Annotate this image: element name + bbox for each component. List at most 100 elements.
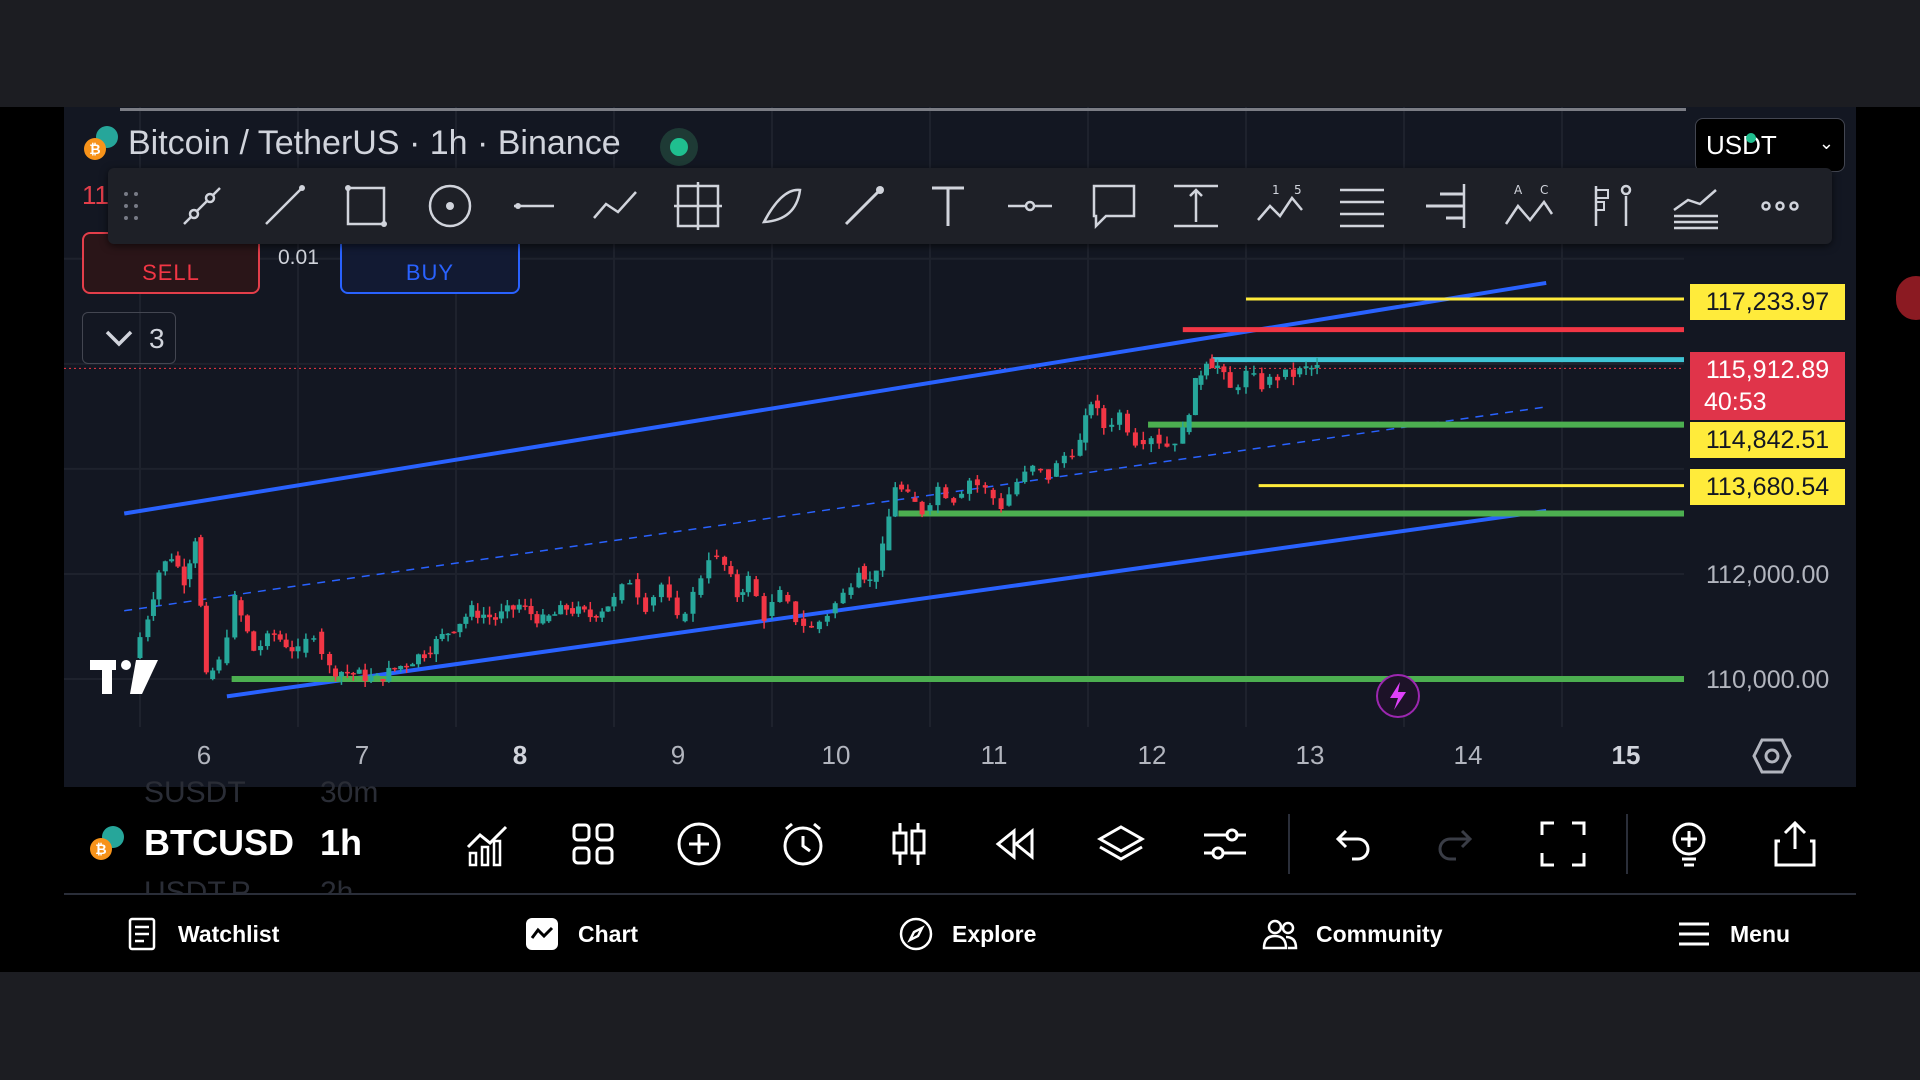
more-options-icon[interactable] <box>1750 178 1810 234</box>
candle-down <box>238 600 244 616</box>
candle-up <box>575 606 581 614</box>
candle-up <box>224 637 230 664</box>
alarm-clock-icon[interactable] <box>774 815 832 873</box>
time-tick: 11 <box>980 740 1008 770</box>
nav-label: Watchlist <box>178 920 280 947</box>
volume-profile-tool-icon[interactable] <box>1416 178 1476 234</box>
candle-up <box>619 584 625 601</box>
path-tool-icon[interactable] <box>586 178 646 234</box>
candle-down <box>1125 413 1130 433</box>
candle-down <box>666 584 672 598</box>
candle-up <box>498 611 504 619</box>
line-tool-icon[interactable] <box>254 178 314 234</box>
candle-up <box>1022 471 1028 483</box>
price-label-113680[interactable]: 113,680.54 <box>1690 469 1845 505</box>
symbol-selector[interactable]: BTCUSD <box>144 822 294 864</box>
candle-up <box>848 587 854 595</box>
text-tool-icon[interactable] <box>918 178 978 234</box>
candle-down <box>333 668 339 677</box>
elliott-wave-tool-icon[interactable]: 15 <box>1250 178 1310 234</box>
market-status-icon[interactable] <box>660 128 698 166</box>
currency-select[interactable]: USDT ⌄ <box>1695 118 1845 172</box>
top-letterbox <box>0 0 1920 107</box>
candle-down <box>319 631 325 654</box>
nav-chart[interactable]: Chart <box>524 912 638 956</box>
drag-handle-icon[interactable] <box>122 190 142 222</box>
candle-down <box>998 498 1004 509</box>
circle-tool-icon[interactable] <box>420 178 480 234</box>
crosshair-box-tool-icon[interactable] <box>668 178 728 234</box>
order-quantity[interactable]: 0.01 <box>278 246 319 270</box>
price-label-114842[interactable]: 114,842.51 <box>1690 422 1845 458</box>
candle-up <box>967 480 972 494</box>
svg-text:5: 5 <box>1294 183 1302 197</box>
horizontal-ray-tool-icon[interactable] <box>504 178 564 234</box>
fullscreen-icon[interactable] <box>1534 815 1592 873</box>
layers-icon[interactable] <box>1092 815 1150 873</box>
svg-text:A: A <box>1514 183 1523 197</box>
candle-down <box>487 614 493 618</box>
nav-community[interactable]: Community <box>1262 912 1443 956</box>
trend-line-tool-icon[interactable] <box>172 178 232 234</box>
candle-down <box>943 487 949 499</box>
candle-up <box>682 613 688 622</box>
nav-watchlist[interactable]: Watchlist <box>124 912 279 956</box>
position-tool-icon[interactable] <box>1582 178 1642 234</box>
candle-up <box>867 579 873 581</box>
callout-tool-icon[interactable] <box>1084 178 1144 234</box>
candle-up <box>777 589 783 602</box>
candle-down <box>421 654 427 659</box>
candle-down <box>362 669 368 682</box>
candle-down <box>1038 468 1044 471</box>
candle-down <box>990 489 996 499</box>
add-icon[interactable] <box>670 815 728 873</box>
candle-up <box>516 604 522 610</box>
time-tick: 7 <box>354 740 370 770</box>
interval-list-item[interactable]: 30m <box>320 776 378 810</box>
brush-tool-icon[interactable] <box>834 178 894 234</box>
settings-sliders-icon[interactable] <box>1196 815 1254 873</box>
undo-icon[interactable] <box>1322 815 1380 873</box>
candle-down <box>912 497 918 502</box>
chart-settings-icon[interactable] <box>1752 736 1792 776</box>
candle-down <box>475 610 481 618</box>
candle-up <box>1014 482 1020 495</box>
symbol-list-item[interactable]: SUSDT <box>144 776 246 810</box>
nav-menu[interactable]: Menu <box>1676 912 1790 956</box>
left-border <box>0 107 64 972</box>
price-level-tool-icon[interactable] <box>1000 178 1060 234</box>
forecast-tool-icon[interactable] <box>1666 178 1726 234</box>
curve-tool-icon[interactable] <box>752 178 812 234</box>
candle-down <box>581 606 587 610</box>
interval-selector[interactable]: 1h <box>320 822 362 864</box>
nav-explore[interactable]: Explore <box>898 912 1036 956</box>
buy-label: BUY <box>405 260 455 285</box>
indicators-toggle[interactable]: 3 <box>82 312 176 364</box>
redo-icon[interactable] <box>1428 815 1486 873</box>
layout-grid-icon[interactable] <box>564 815 622 873</box>
toolbar-divider <box>1626 814 1628 874</box>
fib-retracement-tool-icon[interactable] <box>1332 178 1392 234</box>
candle-down <box>951 498 957 503</box>
share-icon[interactable] <box>1766 815 1824 873</box>
replay-icon[interactable] <box>986 815 1044 873</box>
candles-icon[interactable] <box>880 815 938 873</box>
candle-up <box>457 623 463 633</box>
indicators-icon[interactable] <box>458 815 516 873</box>
chart-header[interactable]: ₿ Bitcoin / TetherUS · 1h · Binance <box>84 120 621 166</box>
candle-up <box>927 505 933 511</box>
ideas-lightbulb-icon[interactable] <box>1660 815 1718 873</box>
candle-down <box>801 618 807 626</box>
candle-up <box>386 667 392 682</box>
chart-title[interactable]: Bitcoin / TetherUS · 1h · Binance <box>128 124 621 163</box>
rectangle-tool-icon[interactable] <box>336 178 396 234</box>
price-label-117233[interactable]: 117,233.97 <box>1690 284 1845 320</box>
abcd-pattern-tool-icon[interactable]: AC <box>1498 178 1558 234</box>
alert-bolt-icon[interactable] <box>1376 674 1420 718</box>
candle-up <box>1243 370 1249 388</box>
time-tick: 15 <box>1611 740 1641 770</box>
svg-text:C: C <box>1540 183 1548 197</box>
measure-tool-icon[interactable] <box>1166 178 1226 234</box>
current-price-label[interactable]: 115,912.89 40:53 <box>1690 352 1845 420</box>
candle-up <box>1083 415 1089 443</box>
